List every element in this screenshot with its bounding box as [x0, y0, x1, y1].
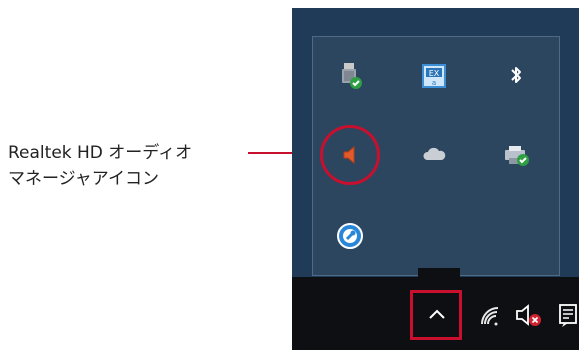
chevron-highlight-box [410, 290, 462, 340]
volume-muted-icon[interactable] [512, 300, 546, 330]
dictionary-app-icon[interactable]: EX a [416, 58, 452, 94]
onedrive-cloud-icon[interactable] [416, 137, 452, 173]
wifi-icon[interactable] [474, 300, 504, 330]
action-center-icon[interactable] [556, 300, 579, 330]
callout-line2: マネージャアイコン [8, 169, 159, 189]
svg-text:a: a [432, 79, 436, 87]
usb-device-check-icon[interactable] [332, 58, 368, 94]
svg-text:EX: EX [429, 69, 440, 78]
printer-check-icon[interactable] [498, 137, 534, 173]
key-wrench-utility-icon[interactable] [332, 218, 368, 254]
callout-line1: Realtek HD オーディオ [8, 143, 193, 163]
callout-label: Realtek HD オーディオ マネージャアイコン [8, 140, 192, 192]
bluetooth-icon[interactable] [498, 58, 534, 94]
speaker-highlight-circle [320, 125, 380, 185]
